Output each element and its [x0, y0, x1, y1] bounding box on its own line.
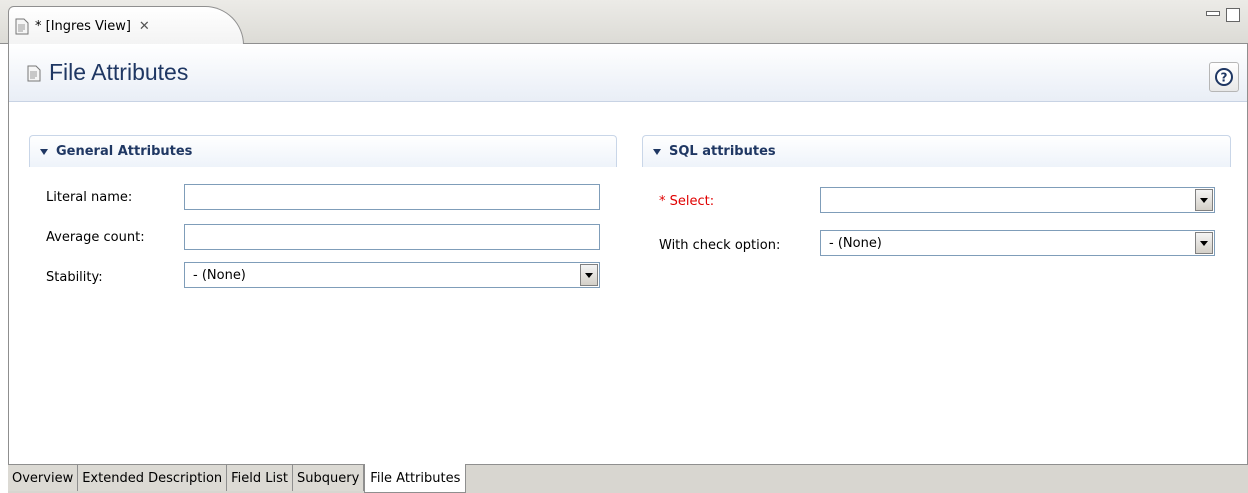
- form-header: File Attributes ?: [9, 44, 1247, 102]
- stability-select[interactable]: - (None): [184, 262, 600, 288]
- tab-file-attributes[interactable]: File Attributes: [364, 464, 467, 493]
- stability-value: - (None): [193, 267, 246, 283]
- minimize-icon[interactable]: [1206, 11, 1220, 16]
- general-attributes-section: General Attributes: [29, 135, 617, 167]
- literal-name-label: Literal name:: [46, 190, 133, 205]
- dropdown-button[interactable]: [1195, 189, 1213, 211]
- maximize-icon[interactable]: [1226, 8, 1240, 22]
- literal-name-input[interactable]: [184, 184, 600, 210]
- editor-area: File Attributes ? General Attributes Lit…: [8, 44, 1248, 464]
- check-option-value: - (None): [829, 235, 882, 251]
- chevron-down-icon: [1200, 197, 1208, 203]
- chevron-down-icon: [1200, 240, 1208, 246]
- sql-attributes-header[interactable]: SQL attributes: [642, 135, 1231, 167]
- check-option-label: With check option:: [659, 238, 781, 253]
- editor-tab-strip: * [Ingres View] ✕: [0, 0, 1248, 45]
- tab-subquery[interactable]: Subquery: [293, 465, 365, 491]
- section-title: General Attributes: [56, 144, 193, 159]
- sql-attributes-section: SQL attributes: [642, 135, 1231, 167]
- select-dropdown[interactable]: [820, 187, 1215, 213]
- expand-triangle-icon[interactable]: [40, 148, 48, 155]
- check-option-select[interactable]: - (None): [820, 230, 1215, 256]
- tab-overview[interactable]: Overview: [8, 465, 79, 491]
- close-icon[interactable]: ✕: [139, 19, 150, 34]
- editor-tab-title: * [Ingres View]: [35, 18, 131, 34]
- average-count-input[interactable]: [184, 224, 600, 250]
- page-title: File Attributes: [49, 59, 189, 85]
- file-icon: [27, 65, 41, 82]
- help-icon: ?: [1215, 68, 1233, 86]
- general-attributes-header[interactable]: General Attributes: [29, 135, 617, 167]
- svg-text:?: ?: [1221, 71, 1228, 85]
- file-icon: [15, 18, 29, 34]
- expand-triangle-icon[interactable]: [653, 148, 661, 155]
- average-count-label: Average count:: [46, 230, 145, 245]
- stability-label: Stability:: [46, 270, 103, 285]
- editor-tab[interactable]: * [Ingres View] ✕: [8, 6, 244, 45]
- tab-field-list[interactable]: Field List: [227, 465, 294, 491]
- select-label: * Select:: [659, 194, 715, 209]
- page-tab-bar: Overview Extended Description Field List…: [8, 464, 1248, 493]
- dropdown-button[interactable]: [1195, 232, 1213, 254]
- section-title: SQL attributes: [669, 144, 776, 159]
- chevron-down-icon: [585, 272, 593, 278]
- dropdown-button[interactable]: [580, 264, 598, 286]
- help-button[interactable]: ?: [1209, 62, 1239, 92]
- tab-extended-description[interactable]: Extended Description: [78, 465, 228, 491]
